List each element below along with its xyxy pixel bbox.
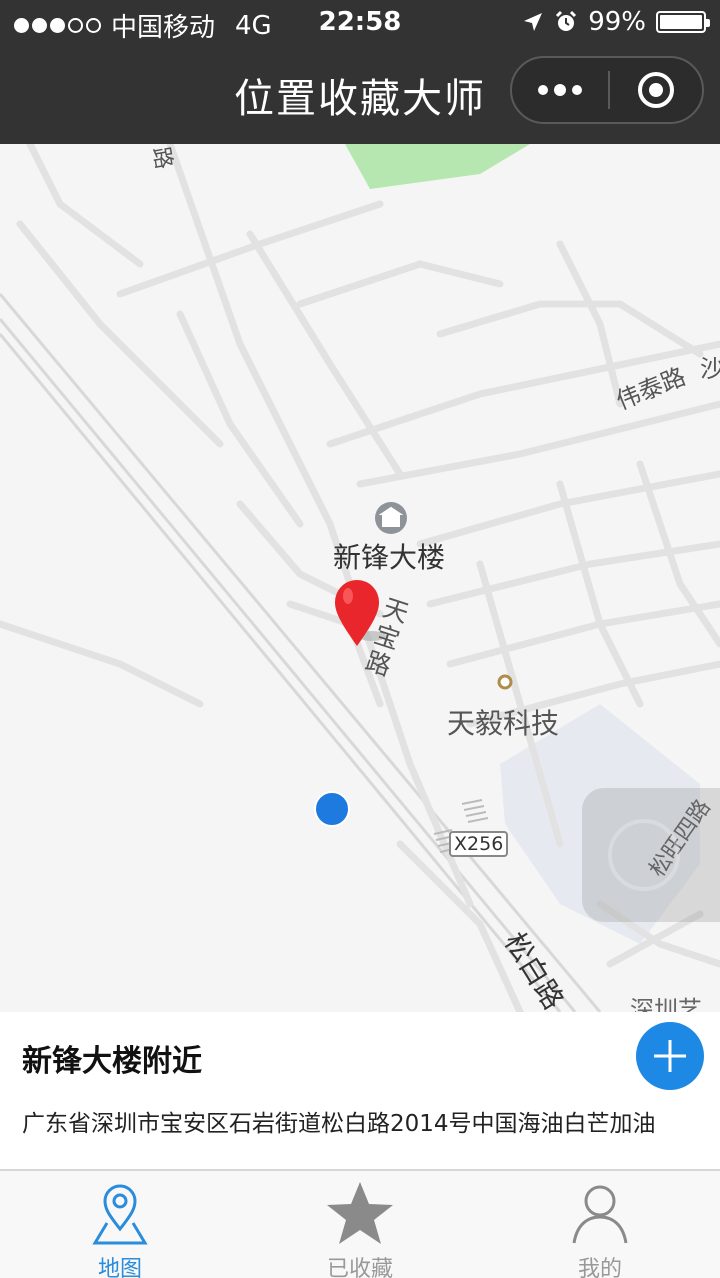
map-label-shenzhen: 深圳艺 <box>630 996 702 1012</box>
map-label-sha: 沙 <box>700 355 720 383</box>
location-arrow-icon <box>524 13 543 31</box>
status-right: 99% <box>522 7 710 37</box>
more-dot-icon <box>572 85 582 95</box>
tab-label-map: 地图 <box>97 1257 142 1278</box>
close-miniprogram-button[interactable] <box>610 58 702 122</box>
locate-me-button[interactable] <box>582 788 720 922</box>
tab-map[interactable]: 地图 <box>0 1171 240 1278</box>
more-dot-icon <box>538 85 548 95</box>
miniprogram-capsule <box>510 56 704 124</box>
plus-icon <box>654 1040 686 1072</box>
tab-label-profile: 我的 <box>577 1257 622 1278</box>
tianyi-poi-icon[interactable] <box>497 674 513 690</box>
more-options-button[interactable] <box>512 58 608 122</box>
location-info-panel: 新锋大楼附近 广东省深圳市宝安区石岩街道松白路2014号中国海油白芒加油 <box>0 1012 720 1169</box>
map-pin-icon <box>85 1179 155 1249</box>
place-address: 广东省深圳市宝安区石岩街道松白路2014号中国海油白芒加油 <box>22 1111 656 1137</box>
status-bar: 中国移动 4G 22:58 99% <box>0 0 720 46</box>
tab-favorites[interactable]: 已收藏 <box>240 1171 480 1278</box>
railway-line <box>0 318 577 1012</box>
user-icon <box>565 1179 635 1249</box>
road <box>26 144 144 268</box>
star-icon <box>325 1179 395 1249</box>
road <box>556 480 644 708</box>
rail-mark <box>461 799 489 823</box>
target-close-icon <box>638 72 674 108</box>
road <box>556 240 624 408</box>
building-poi-icon[interactable] <box>375 502 407 534</box>
locate-icon <box>608 819 680 891</box>
battery-fill <box>660 15 702 29</box>
tab-label-favorites: 已收藏 <box>326 1257 393 1278</box>
road <box>436 300 704 358</box>
map-label-building[interactable]: 新锋大楼 <box>333 536 445 576</box>
map-label-tianyi[interactable]: 天毅科技 <box>447 702 559 742</box>
map-label-x256-shield: X256 <box>449 831 509 857</box>
more-dot-icon <box>554 84 566 96</box>
nav-header: 位置收藏大师 <box>0 46 720 144</box>
battery-icon <box>656 11 710 33</box>
road <box>296 260 504 308</box>
place-title: 新锋大楼附近 <box>22 1044 202 1079</box>
add-favorite-button[interactable] <box>636 1022 704 1090</box>
current-location-dot <box>314 791 350 827</box>
road <box>0 620 204 708</box>
railway-line <box>0 333 562 1012</box>
map-view[interactable]: 路 伟泰路 沙 新锋大楼 天宝路 天毅科技 X256 松旺四路 松白路 深圳艺 <box>0 144 720 1012</box>
bottom-tab-bar: 地图 已收藏 我的 <box>0 1169 720 1278</box>
alarm-icon <box>556 10 577 31</box>
road <box>246 230 404 478</box>
road <box>396 840 524 1012</box>
tab-profile[interactable]: 我的 <box>480 1171 720 1278</box>
battery-percent: 99% <box>588 7 646 37</box>
road <box>116 200 384 298</box>
app-screen: 中国移动 4G 22:58 99% 位置收藏大师 路 伟泰路 沙 新锋大楼 天宝… <box>0 0 720 1278</box>
park-area <box>345 144 530 189</box>
